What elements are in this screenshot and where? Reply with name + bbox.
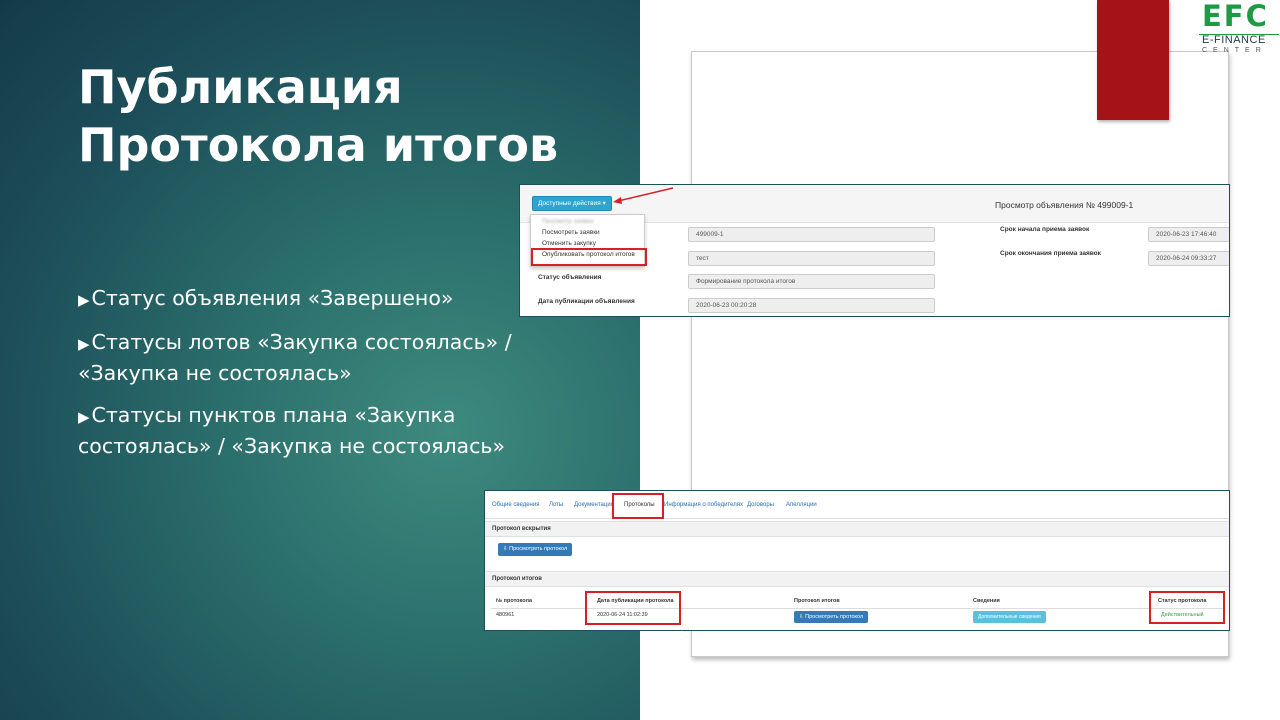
decorative-red-bar [1097,0,1169,120]
view-opening-protocol-button[interactable]: ⇩ Просмотреть протокол [498,543,573,556]
highlight-status-column [1149,591,1225,624]
status-field: Формирование протокола итогов [688,274,935,289]
view-opening-protocol-label: Просмотреть протокол [509,546,568,552]
logo-divider [1199,34,1279,35]
announcement-view-title: Просмотр объявления № 499009-1 [995,200,1134,210]
tab-contracts[interactable]: Договоры [747,502,774,508]
title-line-1: Публикация [78,60,403,114]
end-date-field: 2020-06-24 09:33:27 [1148,251,1229,266]
tab-documentation[interactable]: Документация [574,502,614,508]
bullet-text: Статус объявления «Завершено» [91,286,454,310]
column-header-number: № протокола [496,598,532,604]
row-number: 480961 [496,612,515,618]
column-header-details: Сведения [973,598,1000,604]
triangle-bullet-icon: ▶ [78,291,90,309]
bullet-list: ▶Статус объявления «Завершено» ▶Статусы … [78,284,578,474]
results-protocol-section: Протокол итогов [485,571,1229,587]
number-field: 499009-1 [688,227,935,242]
efc-logo: EFC E-FINANCE CENTER [1199,0,1280,60]
start-date-field: 2020-06-23 17:46:40 [1148,227,1229,242]
triangle-bullet-icon: ▶ [78,335,90,353]
bullet-item: ▶Статусы пунктов плана «Закупка состояла… [78,401,578,461]
highlight-publish-protocol [531,248,647,266]
highlight-date-column [585,591,681,625]
triangle-bullet-icon: ▶ [78,408,90,426]
end-date-label: Срок окончания приема заявок [1000,250,1101,257]
announcement-screenshot: Доступные действия ▾ Просмотр объявления… [519,184,1230,317]
bullet-text: Статусы лотов «Закупка состоялась» / «За… [78,330,512,385]
logo-mark: EFC [1202,0,1269,33]
menu-item-view-applications[interactable]: Посмотреть заявки [542,229,600,236]
highlight-protocols-tab [612,493,664,519]
bullet-item: ▶Статус объявления «Завершено» [78,284,578,315]
tab-appeals[interactable]: Апелляции [786,502,817,508]
tab-lots[interactable]: Лоты [549,502,563,508]
status-label: Статус объявления [538,274,602,281]
view-results-protocol-button[interactable]: ⇩ Просмотреть протокол [794,611,869,623]
start-date-label: Срок начала приема заявок [1000,226,1090,233]
tab-bar: Общие сведения Лоты Документация Протоко… [485,491,1229,519]
slide: Публикация Протокола итогов ▶Статус объя… [0,0,1280,720]
protocols-screenshot: Общие сведения Лоты Документация Протоко… [484,490,1230,631]
bullet-text: Статусы пунктов плана «Закупка состоялас… [78,403,506,458]
tab-winners[interactable]: Информация о победителях [664,502,743,508]
available-actions-button[interactable]: Доступные действия ▾ [532,196,612,211]
slide-title: Публикация Протокола итогов [78,58,618,174]
logo-subtitle: CENTER [1202,47,1267,54]
bullet-item: ▶Статусы лотов «Закупка состоялась» / «З… [78,328,578,388]
title-line-2: Протокола итогов [78,118,559,172]
opening-protocol-section: Протокол вскрытия [485,521,1229,537]
additional-details-button[interactable]: Дополнительные сведения [973,611,1046,623]
pub-date-label: Дата публикации объявления [538,298,635,305]
logo-name: E-FINANCE [1202,34,1266,46]
pub-date-field: 2020-06-23 00:20:28 [688,298,935,313]
pointer-arrow-icon [613,187,674,204]
view-results-protocol-label: Просмотреть протокол [805,614,864,620]
column-header-protocol: Протокол итогов [794,598,840,604]
tab-general[interactable]: Общие сведения [492,502,539,508]
name-field: тест [688,251,935,266]
menu-item-cancel-purchase[interactable]: Отменить закупку [542,240,596,247]
menu-item-view-application[interactable]: Просмотр заявки [542,218,594,225]
